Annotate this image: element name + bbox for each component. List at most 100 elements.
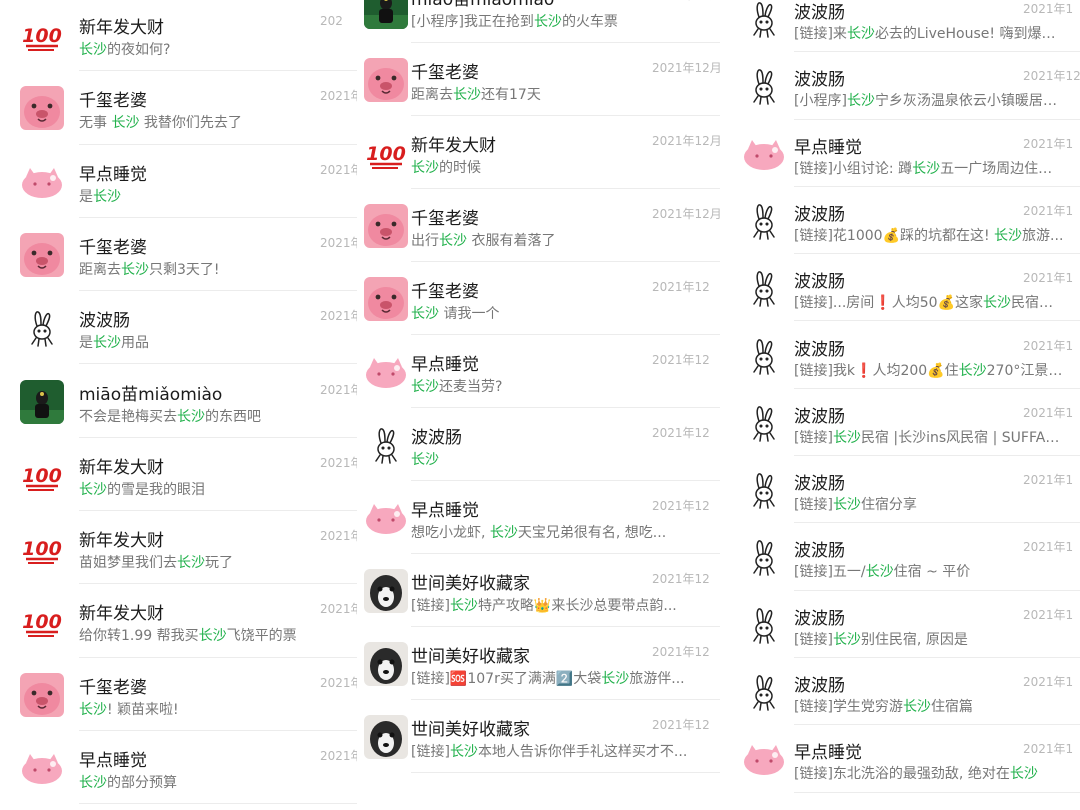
pink-quokka-avatar[interactable] bbox=[364, 277, 408, 321]
chat-result-row[interactable]: 早点睡觉 2021年 是长沙 bbox=[0, 145, 357, 218]
chat-result-row[interactable]: 波波肠 2021年1 [链接]我k❗人均200💰住长沙270°江景➕... bbox=[738, 322, 1080, 389]
contact-name: 波波肠 bbox=[794, 272, 845, 293]
chat-result-row[interactable]: 早点睡觉 2021年12 长沙还麦当劳? bbox=[357, 335, 720, 408]
chat-result-row[interactable]: 千玺老婆 2021年12 长沙 请我一个 bbox=[357, 262, 720, 335]
bunny-sketch-avatar[interactable] bbox=[364, 423, 408, 467]
message-preview: [链接]长沙民宿 |长沙ins风民宿 | SUFFAN-... bbox=[794, 427, 1064, 447]
bunny-sketch-avatar[interactable] bbox=[742, 535, 786, 579]
keyword-highlight: 长沙 bbox=[439, 233, 467, 249]
contact-name: 波波肠 bbox=[794, 204, 845, 225]
contact-name: 世间美好收藏家 bbox=[411, 647, 530, 667]
message-text: 旅游... bbox=[1022, 227, 1064, 244]
chat-result-row[interactable]: 世间美好收藏家 2021年12 [链接]长沙本地人告诉你伴手礼这样买才不... bbox=[357, 700, 720, 773]
pink-cat-avatar[interactable] bbox=[742, 737, 786, 781]
message-text: [链接]小组讨论: 蹲 bbox=[794, 160, 913, 177]
hundred-points-icon[interactable]: 100 bbox=[20, 526, 64, 570]
chat-result-row[interactable]: 波波肠 2021年1 [链接]五一/长沙住宿 ~ 平价 bbox=[738, 523, 1080, 591]
message-preview: 无事 长沙 我替你们先去了 bbox=[79, 112, 351, 132]
chat-result-row[interactable]: 波波肠 2021年1 [链接]长沙住宿分享 bbox=[738, 456, 1080, 524]
bunny-sketch-avatar[interactable] bbox=[742, 468, 786, 512]
bunny-sketch-avatar[interactable] bbox=[742, 64, 786, 108]
chat-result-row[interactable]: 千玺老婆 2021年 距离去长沙只剩3天了! bbox=[0, 218, 357, 292]
chat-result-row[interactable]: 千玺老婆 2021年12月 出行长沙 衣服有着落了 bbox=[357, 189, 720, 262]
chat-result-row[interactable]: 100 新年发大财 2021年 给你转1.99 帮我买长沙飞饶平的票 bbox=[0, 584, 357, 658]
chat-result-row[interactable]: 100 新年发大财 2021年12月 长沙的时候 bbox=[357, 116, 720, 189]
message-date: 2021年1 bbox=[1023, 338, 1074, 353]
keyword-highlight: 长沙 bbox=[865, 564, 894, 581]
message-text: [链接] bbox=[411, 744, 450, 760]
chat-result-row[interactable]: 100 新年发大财 202 长沙的夜如何? bbox=[0, 0, 357, 72]
chat-result-row[interactable]: 100 新年发大财 2021年 长沙的雪是我的眼泪 bbox=[0, 438, 357, 512]
contact-name: 早点睡觉 bbox=[794, 743, 862, 764]
pink-quokka-avatar[interactable] bbox=[364, 204, 408, 248]
message-preview: [链接]我k❗人均200💰住长沙270°江景➕... bbox=[794, 360, 1064, 380]
message-text: 的东西吧 bbox=[205, 408, 261, 425]
chat-result-row[interactable]: 千玺老婆 2021年 无事 长沙 我替你们先去了 bbox=[0, 71, 357, 145]
bunny-sketch-avatar[interactable] bbox=[742, 266, 786, 310]
chat-result-row[interactable]: 波波肠 2021年1 [链接]长沙民宿 |长沙ins风民宿 | SUFFAN-... bbox=[738, 389, 1080, 457]
bunny-sketch-avatar[interactable] bbox=[20, 306, 64, 350]
chat-result-row[interactable]: miāo苗miǎomiào 2021年12月 [小程序]我正在抢到长沙的火车票 bbox=[357, 0, 720, 43]
chat-result-row[interactable]: 波波肠 2021年1 [链接]花1000💰踩的坑都在这! 长沙旅游... bbox=[738, 187, 1080, 255]
keyword-highlight: 长沙 bbox=[177, 555, 205, 572]
chat-result-row[interactable]: 波波肠 2021年12 [小程序]长沙宁乡灰汤温泉依云小镇暖居民... bbox=[738, 52, 1080, 120]
message-text: [链接]花1000💰踩的坑都在这! bbox=[794, 227, 995, 244]
chat-result-row[interactable]: 波波肠 2021年1 [链接]...房间❗人均50💰这家长沙民宿太绝 bbox=[738, 254, 1080, 322]
chat-result-row[interactable]: 千玺老婆 2021年12月 距离去长沙还有17天 bbox=[357, 43, 720, 116]
pink-quokka-avatar[interactable] bbox=[364, 58, 408, 102]
contact-name: 波波肠 bbox=[794, 608, 845, 629]
message-text: 请我一个 bbox=[439, 306, 500, 322]
pink-quokka-avatar[interactable] bbox=[20, 672, 64, 717]
message-text: 住宿分享 bbox=[860, 497, 917, 514]
message-text: 距离去 bbox=[411, 87, 453, 103]
message-date: 2021年1 bbox=[1023, 203, 1074, 218]
green-photo-avatar[interactable] bbox=[364, 0, 408, 29]
bunny-sketch-avatar[interactable] bbox=[742, 334, 786, 378]
chat-result-row[interactable]: 早点睡觉 2021年 长沙的部分预算 bbox=[0, 731, 357, 805]
svg-text:100: 100 bbox=[22, 465, 62, 487]
bunny-sketch-avatar[interactable] bbox=[742, 603, 786, 647]
chat-result-row[interactable]: 千玺老婆 2021年 长沙! 颖苗来啦! bbox=[0, 658, 357, 731]
bunny-sketch-avatar[interactable] bbox=[742, 0, 786, 41]
chat-result-row[interactable]: 波波肠 2021年 是长沙用品 bbox=[0, 291, 357, 365]
pink-cat-avatar[interactable] bbox=[20, 746, 64, 790]
dog-photo-avatar[interactable] bbox=[364, 642, 408, 686]
chat-result-row[interactable]: 波波肠 2021年1 [链接]学生党穷游长沙住宿篇 bbox=[738, 658, 1080, 726]
contact-name: 波波肠 bbox=[411, 428, 462, 448]
contact-name: 千玺老婆 bbox=[79, 237, 147, 258]
green-photo-avatar[interactable] bbox=[20, 379, 64, 424]
chat-result-row[interactable]: 世间美好收藏家 2021年12 [链接]长沙特产攻略👑来长沙总要带点韵... bbox=[357, 554, 720, 627]
chat-result-row[interactable]: 波波肠 2021年1 [链接]长沙别住民宿, 原因是 bbox=[738, 591, 1080, 658]
message-text: 不会是艳梅买去 bbox=[79, 408, 177, 425]
hundred-points-icon[interactable]: 100 bbox=[364, 131, 408, 175]
message-text: 特产攻略👑来长沙总要带点韵... bbox=[477, 598, 677, 614]
pink-cat-avatar[interactable] bbox=[20, 160, 64, 204]
pink-cat-avatar[interactable] bbox=[742, 132, 786, 176]
message-preview: [链接]长沙特产攻略👑来长沙总要带点韵... bbox=[411, 595, 711, 615]
chat-result-row[interactable]: 波波肠 2021年12 长沙 bbox=[357, 408, 720, 481]
chat-result-row[interactable]: 早点睡觉 2021年12 想吃小龙虾, 长沙天宝兄弟很有名, 想吃... bbox=[357, 481, 720, 554]
search-results-column-2: miāo苗miǎomiào2021年12月[小程序]我正在抢到长沙的火车票千玺老… bbox=[357, 0, 720, 810]
hundred-points-icon[interactable]: 100 bbox=[20, 599, 64, 643]
message-date: 2021年1 bbox=[1023, 742, 1074, 757]
chat-result-row[interactable]: 早点睡觉 2021年1 [链接]小组讨论: 蹲长沙五一广场周边住宿... bbox=[738, 120, 1080, 187]
contact-name: 新年发大财 bbox=[79, 457, 164, 478]
bunny-sketch-avatar[interactable] bbox=[742, 401, 786, 445]
hundred-points-icon[interactable]: 100 bbox=[20, 13, 64, 57]
chat-result-row[interactable]: 100 新年发大财 2021年 苗姐梦里我们去长沙玩了 bbox=[0, 511, 357, 585]
pink-cat-avatar[interactable] bbox=[364, 496, 408, 540]
dog-photo-avatar[interactable] bbox=[364, 569, 408, 613]
chat-result-row[interactable]: 世间美好收藏家 2021年12 [链接]🆘107r买了满满2️⃣大袋长沙旅游伴... bbox=[357, 627, 720, 700]
chat-result-row[interactable]: miāo苗miǎomiào 2021年 不会是艳梅买去长沙的东西吧 bbox=[0, 365, 357, 438]
keyword-highlight: 长沙 bbox=[79, 481, 107, 498]
message-text: [链接] bbox=[794, 429, 833, 446]
chat-result-row[interactable]: 早点睡觉 2021年1 [链接]东北洗浴的最强劲敌, 绝对在长沙 bbox=[738, 725, 1080, 793]
pink-quokka-avatar[interactable] bbox=[20, 232, 64, 277]
chat-result-row[interactable]: 波波肠 2021年1 [链接]来长沙必去的LiveHouse! 嗨到爆氛... bbox=[738, 0, 1080, 53]
pink-quokka-avatar[interactable] bbox=[20, 86, 64, 131]
bunny-sketch-avatar[interactable] bbox=[742, 199, 786, 243]
pink-cat-avatar[interactable] bbox=[364, 350, 408, 394]
dog-photo-avatar[interactable] bbox=[364, 715, 408, 759]
bunny-sketch-avatar[interactable] bbox=[742, 670, 786, 714]
hundred-points-icon[interactable]: 100 bbox=[20, 453, 64, 497]
